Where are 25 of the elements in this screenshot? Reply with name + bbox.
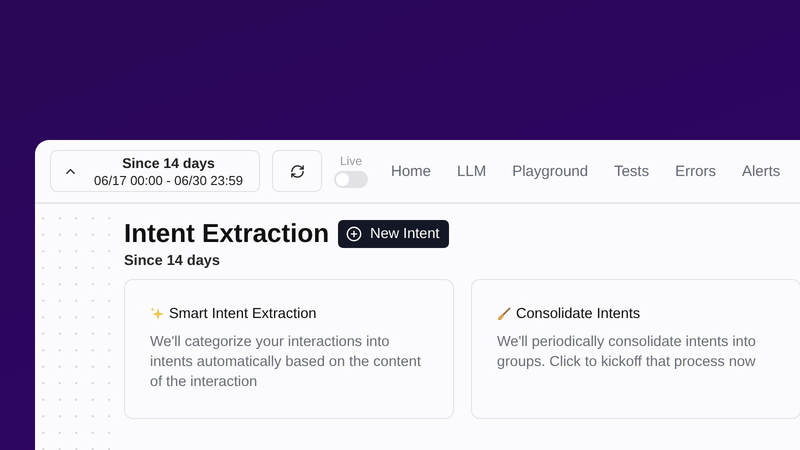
- intent-card[interactable]: Consolidate Intents We'll periodically consolidate intents into groups. Click to kickoff that process now: [471, 279, 800, 419]
- card-title: Consolidate Intents: [516, 306, 640, 322]
- range-title: Since 14 days: [122, 154, 215, 170]
- page-subtitle: Since 14 days: [124, 253, 221, 269]
- nav-link[interactable]: LLM: [444, 162, 500, 180]
- plus-circle-icon: [346, 226, 362, 242]
- card-description: We'll categorize your interactions into intents automatically based on the content of the interaction: [150, 333, 422, 392]
- broom-icon: [497, 307, 511, 321]
- card-title: Smart Intent Extraction: [169, 306, 316, 322]
- live-toggle[interactable]: [334, 171, 368, 188]
- live-label: Live: [340, 154, 362, 168]
- nav-link[interactable]: Tests: [601, 162, 662, 180]
- page-title: Intent Extraction: [124, 218, 330, 249]
- nav-link[interactable]: Errors: [662, 162, 729, 180]
- nav-link[interactable]: Alerts: [728, 162, 794, 180]
- nav-link[interactable]: Playground: [499, 162, 602, 180]
- new-intent-button[interactable]: New Intent: [338, 220, 450, 248]
- refresh-icon: [290, 164, 304, 178]
- date-range-button[interactable]: Since 14 days 06/17 00:00 - 06/30 23:59: [50, 150, 260, 192]
- range-dates: 06/17 00:00 - 06/30 23:59: [94, 172, 243, 188]
- intent-card[interactable]: Smart Intent Extraction We'll categorize your interactions into intents automatically based on the content of the interaction: [124, 279, 454, 419]
- sparkle-icon: [150, 307, 164, 321]
- card-description: We'll periodically consolidate intents into groups. Click to kickoff that process now: [497, 333, 757, 372]
- refresh-button[interactable]: [272, 150, 322, 192]
- nav-link[interactable]: Home: [378, 162, 444, 180]
